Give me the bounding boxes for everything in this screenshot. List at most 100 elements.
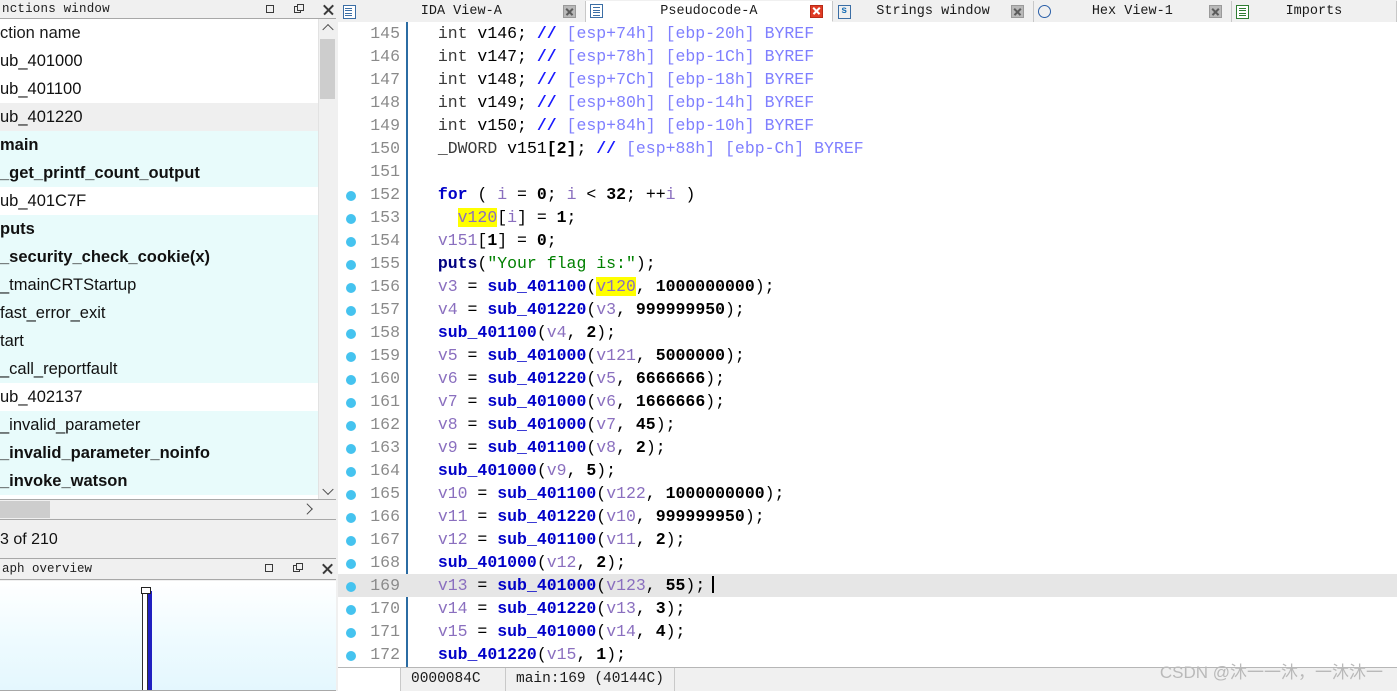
code-line[interactable]: 159 v5 = sub_401000(v121, 5000000); (338, 344, 1397, 367)
code-line[interactable]: 160 v6 = sub_401220(v5, 6666666); (338, 367, 1397, 390)
functions-vertical-scrollbar[interactable] (318, 19, 336, 499)
breakpoint-icon[interactable] (346, 489, 356, 500)
code-line[interactable]: 150 _DWORD v151[2]; // [esp+88h] [ebp-Ch… (338, 137, 1397, 160)
function-list-item[interactable]: ub_401000 (0, 47, 318, 75)
code-token: ( (596, 622, 607, 641)
breakpoint-icon[interactable] (346, 443, 356, 454)
code-line[interactable]: 164 sub_401000(v9, 5); (338, 459, 1397, 482)
close-icon[interactable] (323, 4, 334, 15)
scrollbar-thumb[interactable] (320, 39, 335, 99)
breakpoint-icon[interactable] (346, 305, 356, 316)
code-line[interactable]: 155 puts("Your flag is:"); (338, 252, 1397, 275)
tab-hex-view-1[interactable]: Hex View-1 (1033, 1, 1232, 22)
tab-imports[interactable]: Imports (1231, 1, 1397, 22)
code-token: v5 (596, 369, 617, 388)
code-token: 2 (655, 530, 666, 549)
chevron-down-icon[interactable] (319, 482, 336, 499)
function-list-item[interactable]: _invoke_watson (0, 467, 318, 495)
code-line[interactable]: 145 int v146; // [esp+74h] [ebp-20h] BYR… (338, 22, 1397, 45)
breakpoint-icon[interactable] (346, 604, 356, 615)
code-line[interactable]: 158 sub_401100(v4, 2); (338, 321, 1397, 344)
close-icon[interactable] (810, 4, 824, 18)
code-line[interactable]: 161 v7 = sub_401000(v6, 1666666); (338, 390, 1397, 413)
code-line[interactable]: 166 v11 = sub_401220(v10, 999999950); (338, 505, 1397, 528)
line-number: 172 (370, 645, 400, 664)
code-line[interactable]: 153 v120[i] = 1; (338, 206, 1397, 229)
breakpoint-icon[interactable] (346, 512, 356, 523)
code-token: = (457, 277, 488, 296)
function-list-item[interactable]: ub_402137 (0, 383, 318, 411)
code-line[interactable]: 170 v14 = sub_401220(v13, 3); (338, 597, 1397, 620)
graph-overview-canvas[interactable] (0, 581, 337, 691)
function-list-item[interactable]: tart (0, 327, 318, 355)
code-token: 2 (596, 553, 607, 572)
tab-strings-window[interactable]: s Strings window (833, 1, 1034, 22)
restore-icon[interactable] (265, 4, 276, 15)
function-list-item[interactable]: _invalid_parameter (0, 411, 318, 439)
pseudocode-editor[interactable]: 145 int v146; // [esp+74h] [ebp-20h] BYR… (338, 22, 1397, 667)
functions-list[interactable]: ction name ub_401000 ub_401100 ub_401220 ma… (0, 19, 318, 499)
tab-ida-view-a[interactable]: IDA View-A (338, 1, 586, 22)
function-list-item[interactable]: _get_printf_count_output (0, 159, 318, 187)
breakpoint-icon[interactable] (346, 351, 356, 362)
code-line[interactable]: 162 v8 = sub_401000(v7, 45); (338, 413, 1397, 436)
breakpoint-icon[interactable] (346, 397, 356, 408)
code-line[interactable]: 149 int v150; // [esp+84h] [ebp-10h] BYR… (338, 114, 1397, 137)
breakpoint-icon[interactable] (346, 282, 356, 293)
breakpoint-icon[interactable] (346, 259, 356, 270)
code-line[interactable]: 147 int v148; // [esp+7Ch] [ebp-18h] BYR… (338, 68, 1397, 91)
function-list-item[interactable]: main (0, 131, 318, 159)
breakpoint-icon[interactable] (346, 650, 356, 661)
code-line[interactable]: 167 v12 = sub_401100(v11, 2); (338, 528, 1397, 551)
breakpoint-icon[interactable] (346, 627, 356, 638)
dock-icon[interactable] (293, 562, 304, 574)
code-line[interactable]: 152 for ( i = 0; i < 32; ++i ) (338, 183, 1397, 206)
breakpoint-icon[interactable] (346, 190, 356, 201)
breakpoint-icon[interactable] (346, 374, 356, 385)
function-list-item[interactable]: ub_401220 (0, 103, 318, 131)
code-line[interactable]: 151 (338, 160, 1397, 183)
code-line[interactable]: 163 v9 = sub_401100(v8, 2); (338, 436, 1397, 459)
functions-horizontal-scrollbar[interactable] (0, 500, 337, 520)
code-line[interactable]: 156 v3 = sub_401100(v120, 1000000000); (338, 275, 1397, 298)
restore-icon[interactable] (264, 563, 275, 574)
function-list-item[interactable]: _invalid_parameter_noinfo (0, 439, 318, 467)
close-icon[interactable] (322, 563, 333, 574)
breakpoint-icon[interactable] (346, 213, 356, 224)
breakpoint-icon[interactable] (346, 558, 356, 569)
chevron-up-icon[interactable] (319, 19, 336, 36)
function-list-item[interactable]: ub_401100 (0, 75, 318, 103)
function-list-item[interactable]: _tmainCRTStartup (0, 271, 318, 299)
tab-pseudocode-a[interactable]: Pseudocode-A (585, 1, 834, 22)
breakpoint-icon[interactable] (346, 328, 356, 339)
close-icon[interactable] (1010, 5, 1024, 18)
code-line[interactable]: 168 sub_401000(v12, 2); (338, 551, 1397, 574)
code-line[interactable]: 165 v10 = sub_401100(v122, 1000000000); (338, 482, 1397, 505)
code-line[interactable]: 154 v151[1] = 0; (338, 229, 1397, 252)
code-token: , (566, 461, 587, 480)
dock-icon[interactable] (294, 3, 305, 15)
code-token: = (507, 185, 537, 204)
close-icon[interactable] (562, 5, 576, 18)
breakpoint-icon[interactable] (346, 535, 356, 546)
function-list-item[interactable]: fast_error_exit (0, 299, 318, 327)
code-line[interactable]: 171 v15 = sub_401000(v14, 4); (338, 620, 1397, 643)
chevron-right-icon[interactable] (299, 500, 317, 518)
code-line[interactable]: 148 int v149; // [esp+80h] [ebp-14h] BYR… (338, 91, 1397, 114)
graph-overview-handle[interactable] (141, 587, 151, 594)
code-line[interactable]: 146 int v147; // [esp+78h] [ebp-1Ch] BYR… (338, 45, 1397, 68)
hscrollbar-thumb[interactable] (0, 501, 50, 518)
function-list-item[interactable]: puts (0, 215, 318, 243)
close-icon[interactable] (1208, 5, 1222, 18)
breakpoint-icon[interactable] (346, 420, 356, 431)
function-list-item[interactable]: ub_401C7F (0, 187, 318, 215)
code-line[interactable]: 169 v13 = sub_401000(v123, 55); (338, 574, 1397, 597)
breakpoint-icon[interactable] (346, 581, 356, 592)
code-token: v123 (606, 576, 646, 595)
function-list-item[interactable]: _security_check_cookie(x) (0, 243, 318, 271)
code-line[interactable]: 157 v4 = sub_401220(v3, 999999950); (338, 298, 1397, 321)
breakpoint-icon[interactable] (346, 466, 356, 477)
breakpoint-icon[interactable] (346, 236, 356, 247)
function-list-item[interactable]: _call_reportfault (0, 355, 318, 383)
code-line-text: v11 = sub_401220(v10, 999999950); (418, 505, 765, 528)
